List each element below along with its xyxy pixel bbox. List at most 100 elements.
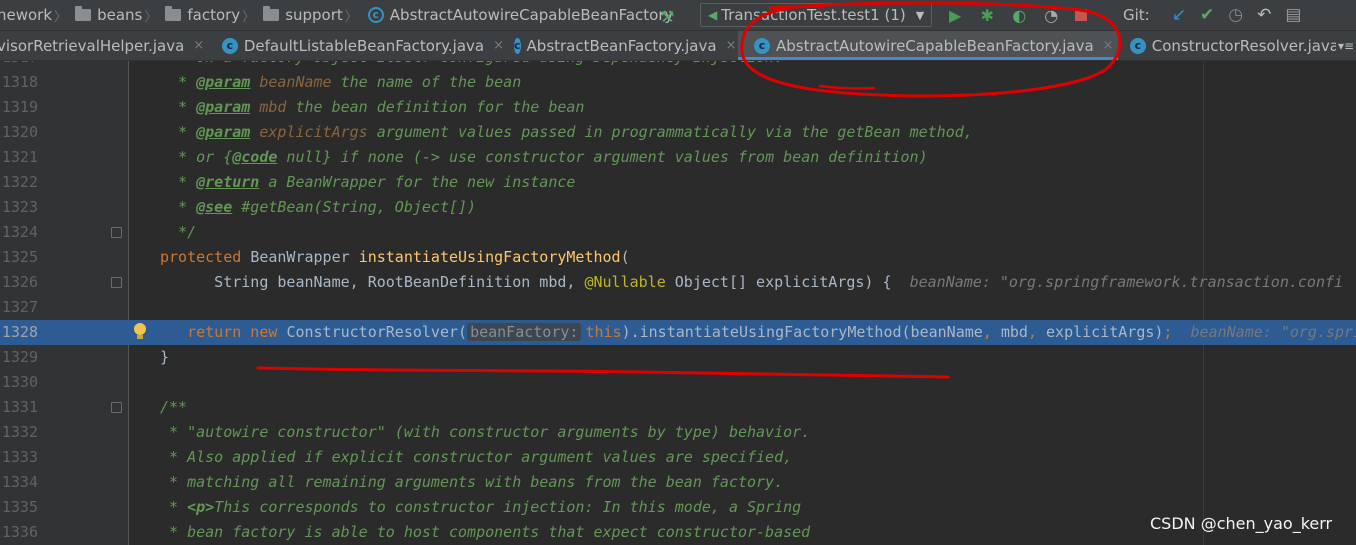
close-icon[interactable]: ×: [726, 38, 737, 53]
code-token-pname: explicitArgs: [259, 123, 368, 141]
tab-active-file[interactable]: c AbstractAutowireCapableBeanFactory.java…: [738, 31, 1118, 60]
code-line[interactable]: 1326 String beanName, RootBeanDefinition…: [0, 270, 1356, 295]
code-text: return new ConstructorResolver(beanFacto…: [160, 320, 1356, 345]
code-line[interactable]: 1320 * @param explicitArgs argument valu…: [0, 120, 1356, 145]
breadcrumb-label: factory: [187, 6, 241, 24]
code-token-plain: mbd: [1000, 323, 1028, 341]
run-configuration-selector[interactable]: ◀ TransactionTest.test1 (1) ▼: [700, 3, 933, 27]
code-line[interactable]: 1323 * @see #getBean(String, Object[]): [0, 195, 1356, 220]
line-number: 1327: [1, 298, 38, 316]
breadcrumb-item[interactable]: nework: [0, 6, 52, 24]
line-number: 1321: [1, 148, 38, 166]
run-toolbar: ⚒ ◀ TransactionTest.test1 (1) ▼ ▶ ✱ ◐ ◔: [660, 0, 1088, 30]
code-token-doc: * Also applied if explicit constructor a…: [160, 448, 793, 466]
close-icon[interactable]: ×: [193, 38, 204, 53]
breadcrumb-item[interactable]: 〉 factory: [139, 6, 240, 25]
profile-icon[interactable]: ◔: [1042, 6, 1060, 25]
run-icon[interactable]: ▶: [946, 6, 964, 25]
code-text: * matching all remaining arguments with …: [160, 470, 783, 495]
history-icon[interactable]: ◷: [1228, 5, 1243, 25]
code-token-doc: *: [160, 498, 188, 516]
breadcrumb-item[interactable]: 〉 c AbstractAutowireCapableBeanFactory: [340, 6, 674, 25]
line-number: 1319: [1, 98, 38, 116]
class-icon: c: [367, 7, 384, 23]
code-token-doc: */: [178, 223, 197, 241]
line-number: 1326: [1, 273, 38, 291]
tab-file[interactable]: visorRetrievalHelper.java ×: [0, 31, 210, 60]
code-token-doc: [250, 73, 259, 91]
fold-marker-icon[interactable]: [111, 402, 122, 413]
code-token-doc: *: [178, 73, 197, 91]
code-line[interactable]: 1331 /**: [0, 395, 1356, 420]
fold-marker-icon[interactable]: [111, 277, 122, 288]
code-line[interactable]: 1332 * "autowire constructor" (with cons…: [0, 420, 1356, 445]
commit-icon[interactable]: ✔: [1200, 5, 1214, 25]
navigation-bar: nework 〉 beans 〉 factory 〉 support 〉 c AbstractAu…: [0, 0, 1356, 31]
intention-bulb-icon[interactable]: [133, 323, 147, 340]
code-line[interactable]: 1324 */: [0, 220, 1356, 245]
code-token-doc: * bean factory is able to host component…: [160, 523, 811, 541]
line-number: 1333: [1, 448, 38, 466]
code-line[interactable]: 1325 protected BeanWrapper instantiateUsi…: [0, 245, 1356, 270]
code-line[interactable]: 1329}: [0, 345, 1356, 370]
line-number: 1335: [1, 498, 38, 516]
project-structure-icon[interactable]: ▤: [1285, 5, 1301, 25]
code-text: * @return a BeanWrapper for the new inst…: [160, 170, 575, 195]
code-line[interactable]: 1317 * on a factory object itself config…: [0, 61, 1356, 70]
chevron-down-icon: ▼: [915, 8, 925, 22]
rollback-icon[interactable]: ↶: [1257, 5, 1271, 25]
code-text: * @param beanName the name of the bean: [160, 70, 521, 95]
code-text: * <p>This corresponds to constructor inj…: [160, 495, 801, 520]
code-line[interactable]: 1334 * matching all remaining arguments …: [0, 470, 1356, 495]
class-icon: c: [514, 37, 521, 54]
close-icon[interactable]: ×: [1103, 38, 1114, 53]
code-token-doc: * matching all remaining arguments with …: [160, 473, 784, 491]
update-project-icon[interactable]: ↙: [1172, 5, 1186, 25]
tab-label: AbstractAutowireCapableBeanFactory.java: [776, 36, 1094, 55]
debug-icon[interactable]: ✱: [978, 6, 996, 25]
breadcrumb-item[interactable]: 〉 beans: [49, 6, 142, 25]
tab-file[interactable]: c AbstractBeanFactory.java ×: [508, 31, 736, 60]
code-text: * @see #getBean(String, Object[]): [160, 195, 476, 220]
code-token-kw: return new: [187, 323, 287, 341]
code-token-doc: This corresponds to constructor injectio…: [214, 498, 802, 516]
code-token-plain: explicitArgs): [1046, 323, 1164, 341]
tab-label: AbstractBeanFactory.java: [526, 36, 717, 55]
code-line[interactable]: 1319 * @param mbd the bean definition fo…: [0, 95, 1356, 120]
tab-overflow-icon[interactable]: ▾≡: [1336, 31, 1356, 60]
run-configuration-label: TransactionTest.test1 (1): [721, 6, 906, 24]
run-with-coverage-icon[interactable]: ◐: [1010, 6, 1028, 25]
code-token-kw: ,: [1027, 323, 1047, 341]
code-text: * Also applied if explicit constructor a…: [160, 445, 792, 470]
code-line[interactable]: 1322 * @return a BeanWrapper for the new…: [0, 170, 1356, 195]
watermark: CSDN @chen_yao_kerr: [1150, 514, 1333, 533]
code-token-hint: beanName: "org.spri: [1190, 323, 1356, 341]
fold-marker-icon[interactable]: [111, 227, 122, 238]
tab-file[interactable]: c ConstructorResolver.java: [1124, 31, 1339, 60]
git-label: Git:: [1123, 6, 1150, 24]
breadcrumb-item[interactable]: 〉 support: [237, 6, 343, 25]
code-lines: 1317 * on a factory object itself config…: [0, 61, 1356, 545]
code-token-doc: /**: [160, 398, 188, 416]
code-token-doc: *: [178, 173, 197, 191]
code-line[interactable]: 1318 * @param beanName the name of the b…: [0, 70, 1356, 95]
code-token-plain: }: [160, 348, 170, 366]
code-line-current[interactable]: 1328 return new ConstructorResolver(bean…: [0, 320, 1356, 345]
tab-file[interactable]: c DefaultListableBeanFactory.java ×: [216, 31, 504, 60]
line-number: 1331: [1, 398, 38, 416]
code-line[interactable]: 1333 * Also applied if explicit construc…: [0, 445, 1356, 470]
code-line[interactable]: 1321 * or {@code null} if none (-> use c…: [0, 145, 1356, 170]
code-line[interactable]: 1327: [0, 295, 1356, 320]
code-token-doc: *: [178, 198, 197, 216]
build-hammer-icon[interactable]: ⚒: [660, 7, 676, 26]
close-icon[interactable]: ×: [493, 38, 504, 53]
code-editor[interactable]: 1317 * on a factory object itself config…: [0, 61, 1356, 545]
code-token-tag: @see: [196, 198, 233, 216]
code-line[interactable]: 1330: [0, 370, 1356, 395]
stop-icon[interactable]: [1075, 9, 1088, 21]
code-token-doc: a BeanWrapper for the new instance: [259, 173, 576, 191]
code-text: * bean factory is able to host component…: [160, 520, 810, 545]
code-token-plain: (: [620, 248, 630, 266]
code-token-tag: @return: [196, 173, 260, 191]
